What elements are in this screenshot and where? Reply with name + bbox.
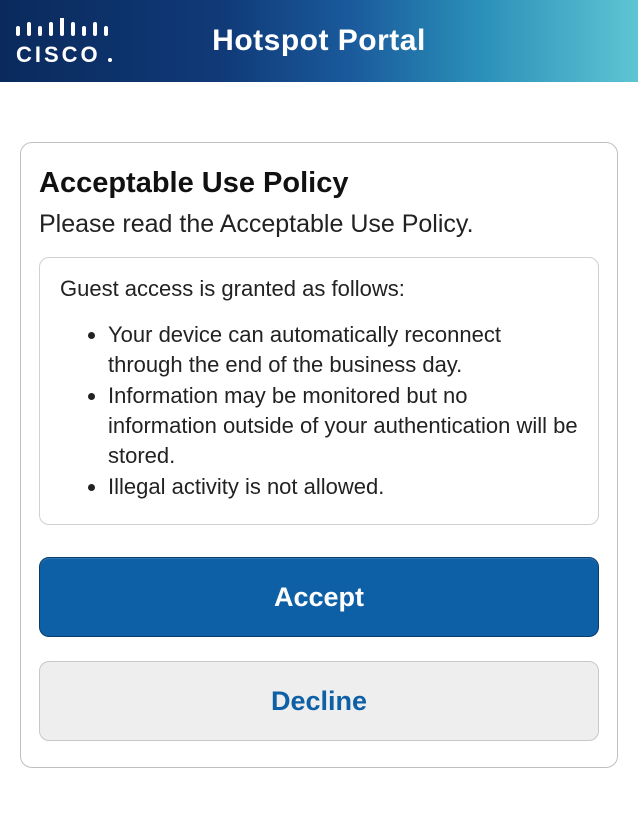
- policy-list: Your device can automatically reconnect …: [60, 320, 578, 502]
- policy-box: Guest access is granted as follows: Your…: [39, 257, 599, 525]
- svg-text:CISCO: CISCO: [16, 42, 101, 67]
- policy-item: Information may be monitored but no info…: [108, 381, 578, 470]
- card-subtitle: Please read the Acceptable Use Policy.: [39, 210, 599, 239]
- header-bar: CISCO Hotspot Portal: [0, 0, 638, 82]
- decline-button[interactable]: Decline: [39, 661, 599, 741]
- cisco-logo: CISCO: [12, 18, 117, 73]
- policy-intro: Guest access is granted as follows:: [60, 276, 578, 302]
- card-title: Acceptable Use Policy: [39, 167, 599, 200]
- policy-item: Your device can automatically reconnect …: [108, 320, 578, 379]
- accept-button[interactable]: Accept: [39, 557, 599, 637]
- policy-item: Illegal activity is not allowed.: [108, 472, 578, 502]
- aup-card: Acceptable Use Policy Please read the Ac…: [20, 142, 618, 768]
